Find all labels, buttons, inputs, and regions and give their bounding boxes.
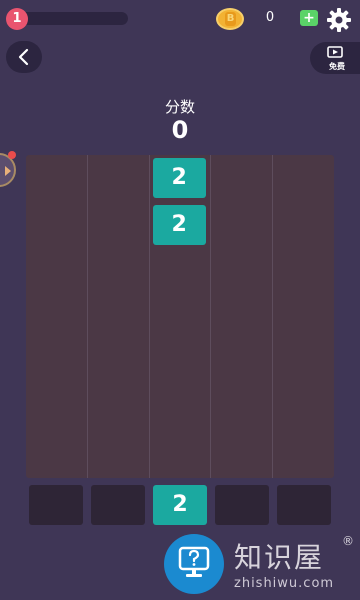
board-column[interactable] xyxy=(211,155,274,478)
game-board: 22 xyxy=(26,155,334,478)
back-button[interactable] xyxy=(6,41,42,73)
next-tile-queue: 2 xyxy=(29,485,331,525)
score-title: 分数 xyxy=(164,98,195,116)
chevron-left-icon xyxy=(18,48,29,66)
queue-slot-empty xyxy=(215,485,269,525)
coin-symbol: B xyxy=(225,12,236,26)
notification-dot xyxy=(8,151,16,159)
free-label: 免费 xyxy=(329,62,345,71)
gear-icon[interactable] xyxy=(326,7,352,33)
monitor-question-icon xyxy=(178,546,210,577)
score-value: 0 xyxy=(171,116,189,144)
queue-slot-empty xyxy=(29,485,83,525)
top-bar: 1 B 0 + xyxy=(0,0,360,38)
video-play-icon xyxy=(327,46,343,58)
coin-count: 0 xyxy=(265,10,275,25)
board-column[interactable] xyxy=(26,155,88,478)
watermark: 知识屋 ® zhishiwu.com xyxy=(158,530,360,600)
watermark-subtitle: zhishiwu.com xyxy=(234,576,335,591)
add-coins-button[interactable]: + xyxy=(300,10,318,26)
watermark-logo xyxy=(164,534,224,594)
board-tile: 2 xyxy=(152,205,206,245)
free-video-button[interactable]: 免费 xyxy=(310,42,360,74)
board-column[interactable] xyxy=(273,155,334,478)
board-column[interactable] xyxy=(88,155,150,478)
queue-slot-empty xyxy=(91,485,145,525)
watermark-title: 知识屋 xyxy=(234,541,325,574)
chevron-right-icon xyxy=(5,166,11,176)
board-column[interactable]: 22 xyxy=(150,155,212,478)
queue-tile: 2 xyxy=(153,485,207,525)
board-tile: 2 xyxy=(152,158,206,198)
watermark-registered: ® xyxy=(342,534,354,548)
coin-icon: B xyxy=(216,8,244,30)
queue-slot-empty xyxy=(277,485,331,525)
level-badge: 1 xyxy=(6,8,28,30)
level-progress-bar xyxy=(18,12,128,25)
